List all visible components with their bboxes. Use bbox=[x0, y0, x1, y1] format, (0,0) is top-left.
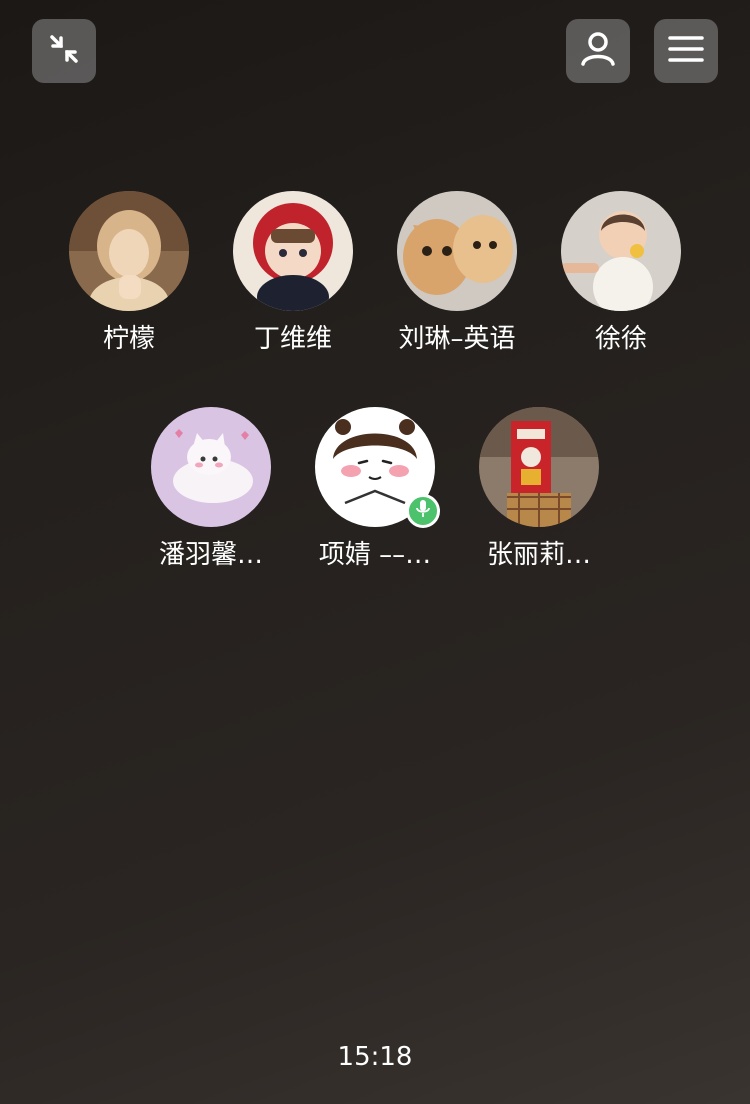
participant-tile[interactable]: 柠檬 bbox=[49, 191, 209, 357]
person-icon bbox=[579, 30, 617, 72]
avatar bbox=[397, 191, 517, 311]
participant-name: 潘羽馨… bbox=[158, 540, 263, 570]
minimize-button[interactable] bbox=[32, 19, 96, 83]
participant-name: 徐徐 bbox=[594, 324, 647, 354]
participant-tile[interactable]: 徐徐 bbox=[541, 191, 701, 357]
participant-tile[interactable]: 丁维维 bbox=[213, 191, 373, 357]
menu-button[interactable] bbox=[654, 19, 718, 83]
microphone-icon bbox=[415, 499, 431, 523]
avatar bbox=[151, 407, 271, 527]
participant-name: 刘琳–英语 bbox=[398, 324, 516, 354]
avatar bbox=[69, 191, 189, 311]
add-participant-button[interactable] bbox=[566, 19, 630, 83]
avatar bbox=[233, 191, 353, 311]
minimize-arrows-icon bbox=[47, 32, 81, 70]
participant-name: 张丽莉… bbox=[486, 540, 591, 570]
participant-tile[interactable]: 项婧 ––… bbox=[295, 407, 455, 573]
participant-name: 丁维维 bbox=[253, 324, 332, 354]
avatar bbox=[479, 407, 599, 527]
participant-tile[interactable]: 张丽莉… bbox=[459, 407, 619, 573]
call-time: 15:18 bbox=[337, 1042, 413, 1072]
avatar bbox=[561, 191, 681, 311]
participant-name: 项婧 ––… bbox=[318, 540, 432, 570]
mic-active-badge bbox=[406, 494, 440, 528]
participant-name: 柠檬 bbox=[102, 324, 155, 354]
hamburger-menu-icon bbox=[668, 34, 704, 68]
participant-tile[interactable]: 潘羽馨… bbox=[131, 407, 291, 573]
participant-tile[interactable]: 刘琳–英语 bbox=[377, 191, 537, 357]
